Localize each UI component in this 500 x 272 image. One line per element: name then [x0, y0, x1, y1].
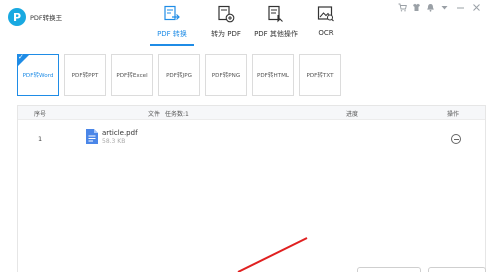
document-icon	[86, 129, 98, 144]
tab-ocr[interactable]: OCR	[297, 2, 355, 44]
file-table: 序号 文件 任务数:1 进度 操作 1 article.pdf 58.3 KB	[17, 105, 486, 272]
format-option-pdf-to-png[interactable]: PDF转PNG	[205, 54, 247, 96]
app-title: PDF转换王	[30, 14, 63, 22]
header-task-count: 任务数:1	[165, 111, 189, 118]
tab-pdf-convert-label: PDF 转换	[157, 30, 187, 38]
format-option-pdf-to-word[interactable]: ✓ PDF转Word	[17, 53, 59, 96]
file-size: 58.3 KB	[102, 138, 126, 145]
format-option-label: PDF转Excel	[116, 73, 148, 79]
format-option-label: PDF转HTML	[256, 73, 290, 79]
remove-file-button[interactable]	[451, 134, 461, 144]
bottom-button-partial[interactable]	[428, 267, 486, 272]
check-icon: ✓	[18, 53, 24, 61]
minimize-icon[interactable]	[456, 3, 465, 12]
format-option-label: PDF转Word	[22, 73, 54, 79]
bottom-button-partial[interactable]	[357, 267, 421, 272]
header-action: 操作	[447, 111, 460, 118]
table-header: 序号 文件 任务数:1 进度 操作	[18, 106, 485, 120]
format-option-label: PDF转JPG	[166, 73, 192, 79]
pdf-tools-icon	[268, 5, 283, 23]
app-window: P PDF转换王 PDF 转换 转为 PDF PDF 其他操作 OCR ✓ PD…	[0, 0, 500, 272]
active-tab-indicator	[150, 44, 194, 46]
to-pdf-icon	[218, 5, 235, 23]
header-file: 文件	[148, 111, 161, 118]
file-name: article.pdf	[102, 129, 138, 137]
cart-icon[interactable]	[398, 3, 407, 12]
header-index: 序号	[34, 111, 47, 118]
format-option-label: PDF转TXT	[306, 73, 334, 79]
format-option-label: PDF转PPT	[71, 73, 99, 79]
menu-icon[interactable]	[440, 3, 449, 12]
tab-pdf-tools-label: PDF 其他操作	[254, 30, 298, 38]
app-logo: P	[8, 8, 26, 26]
format-option-pdf-to-html[interactable]: PDF转HTML	[252, 54, 294, 96]
format-option-pdf-to-excel[interactable]: PDF转Excel	[111, 54, 153, 96]
pdf-convert-icon	[164, 5, 180, 21]
minus-icon	[453, 138, 459, 140]
format-option-pdf-to-txt[interactable]: PDF转TXT	[299, 54, 341, 96]
skin-icon[interactable]	[412, 3, 421, 12]
close-icon[interactable]	[472, 3, 481, 12]
tab-to-pdf-label: 转为 PDF	[211, 30, 241, 38]
ocr-icon	[317, 6, 334, 22]
header-progress: 进度	[346, 111, 359, 118]
format-option-pdf-to-jpg[interactable]: PDF转JPG	[158, 54, 200, 96]
row-index: 1	[38, 135, 43, 143]
top-bar: P PDF转换王 PDF 转换 转为 PDF PDF 其他操作 OCR	[0, 0, 500, 46]
format-option-label: PDF转PNG	[211, 73, 241, 79]
format-option-pdf-to-ppt[interactable]: PDF转PPT	[64, 54, 106, 96]
table-row[interactable]: 1 article.pdf 58.3 KB	[18, 122, 485, 160]
tab-ocr-label: OCR	[318, 29, 334, 37]
tab-pdf-convert[interactable]: PDF 转换	[143, 2, 201, 44]
app-logo-letter: P	[12, 10, 22, 24]
bell-icon[interactable]	[426, 3, 435, 12]
